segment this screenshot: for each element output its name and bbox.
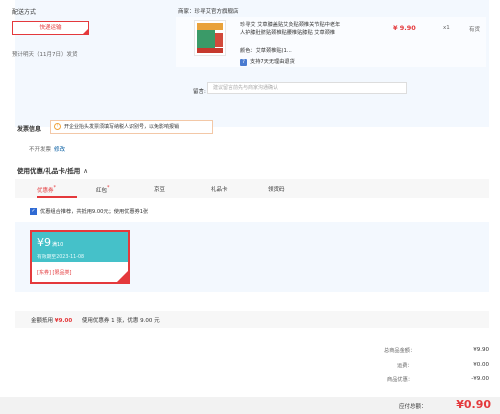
invoice-label: 发票信息 [17,126,42,133]
tab-coupons-mark: * [53,185,57,191]
thumbnail-banner [197,23,223,30]
payable-amount: ¥0.90 [456,398,491,411]
return-policy: 7 支持7天无理由退货 [240,58,295,66]
shipping-method-button[interactable]: 快递运输 [12,21,89,35]
coupon-amount-value: ¥9 [37,236,51,249]
note-label: 留言: [193,89,206,95]
total-value: ¥9.90 [473,347,489,353]
coupon-tabs: 优惠券* 红包* 京豆 礼品卡 领货码 [15,179,489,198]
product-discount-label: 商品优惠： [387,377,413,383]
discount-summary: 金额抵用 ¥9.00 使用优惠券 1 张，优惠 9.00 元 [31,316,160,324]
product-name-line-1: 珍寻艾 艾草膝盖贴艾灸贴颈椎关节贴中老年 [240,22,341,28]
product-color: 颜色：艾草颈椎贴(1... [240,48,292,54]
payable-bar: 应付总额： ¥0.90 [0,397,500,414]
coupon-card[interactable]: ¥9满10 有效期至2023-11-08 [东券] [限品类] [30,230,130,284]
store-name[interactable]: 珍寻艾官方旗舰店 [195,9,239,15]
invoice-tip: ! 开企业抬头发票须填写纳税人识别号，以免影响报销 [50,120,213,134]
shipping-fee-label: 运费： [397,363,413,369]
thumbnail-footer [197,48,223,53]
store-label: 商家： [178,9,195,15]
thumbnail-box [215,33,223,47]
tab-jingdou[interactable]: 京豆 [154,185,165,193]
coupon-tags: [东券] [限品类] [37,270,72,276]
total-label: 总商品金额： [384,348,416,354]
checkbox-checked-icon[interactable]: ✓ [30,208,37,215]
return-policy-text: 支持7天无理由退货 [250,59,295,65]
note-input[interactable]: 建议留言前先与商家沟通确认 [207,82,407,94]
coupon-expiry: 有效期至2023-11-08 [37,255,85,260]
return-policy-icon: 7 [240,59,247,66]
tab-coupons-label: 优惠券 [37,187,54,194]
invoice-status-text: 不开发票 [29,147,52,153]
tab-red-packets-label: 红包 [96,187,108,194]
active-tab-indicator [37,196,77,198]
selected-check-icon [117,271,128,282]
tab-gift-card[interactable]: 礼品卡 [211,185,228,193]
shipping-title: 配送方式 [12,9,37,16]
shipping-fee-value: ¥0.00 [473,362,489,368]
coupon-amount: ¥9满10 [37,236,63,249]
product-name[interactable]: 珍寻艾 艾草膝盖贴艾灸贴颈椎关节贴中老年 人护膝肚脐贴颈椎贴腰椎贴膝贴 艾草颈椎 [240,21,358,37]
coupon-section-toggle[interactable]: 使用优惠/礼品卡/抵用 ∧ [17,165,88,175]
product-thumbnail[interactable] [194,20,226,56]
chevron-up-icon: ∧ [83,167,89,175]
tab-redeem-code[interactable]: 领货码 [268,185,285,193]
discount-detail: 使用优惠券 1 张，优惠 9.00 元 [81,318,160,324]
invoice-tip-text: 开企业抬头发票须填写纳税人识别号，以免影响报销 [64,124,180,130]
coupon-card-header: ¥9满10 有效期至2023-11-08 [32,232,128,262]
discount-bar: 金额抵用 ¥9.00 使用优惠券 1 张，优惠 9.00 元 [15,311,489,328]
thumbnail-figure [197,30,215,48]
coupon-condition: 满10 [52,242,64,248]
product-discount-value: -¥9.00 [471,376,489,382]
discount-label: 金额抵用 [31,318,54,324]
shipping-estimate: 预计明天（11月7日）发货 [12,52,78,58]
store-line: 商家：珍寻艾官方旗舰店 [178,7,239,15]
invoice-edit-link[interactable]: 修改 [54,147,65,153]
tab-coupons[interactable]: 优惠券* [37,185,56,194]
product-quantity: x1 [443,25,450,31]
tab-red-packets[interactable]: 红包* [96,185,110,194]
stock-status: 有货 [469,27,481,33]
combo-recommend-text: 优惠组合推荐，共抵用9.00元；使用优惠券1张 [40,209,149,215]
invoice-status: 不开发票 修改 [29,145,65,153]
lightbulb-icon: ! [54,123,61,130]
payable-label: 应付总额： [399,404,427,410]
tab-red-packets-mark: * [107,185,110,191]
combo-recommend[interactable]: ✓ 优惠组合推荐，共抵用9.00元；使用优惠券1张 [30,208,148,215]
coupon-section-title: 使用优惠/礼品卡/抵用 [17,167,81,175]
product-price: ¥ 9.90 [393,24,416,32]
product-name-line-2: 人护膝肚脐贴颈椎贴腰椎贴膝贴 艾草颈椎 [240,30,336,36]
discount-amount: ¥9.00 [54,318,73,324]
